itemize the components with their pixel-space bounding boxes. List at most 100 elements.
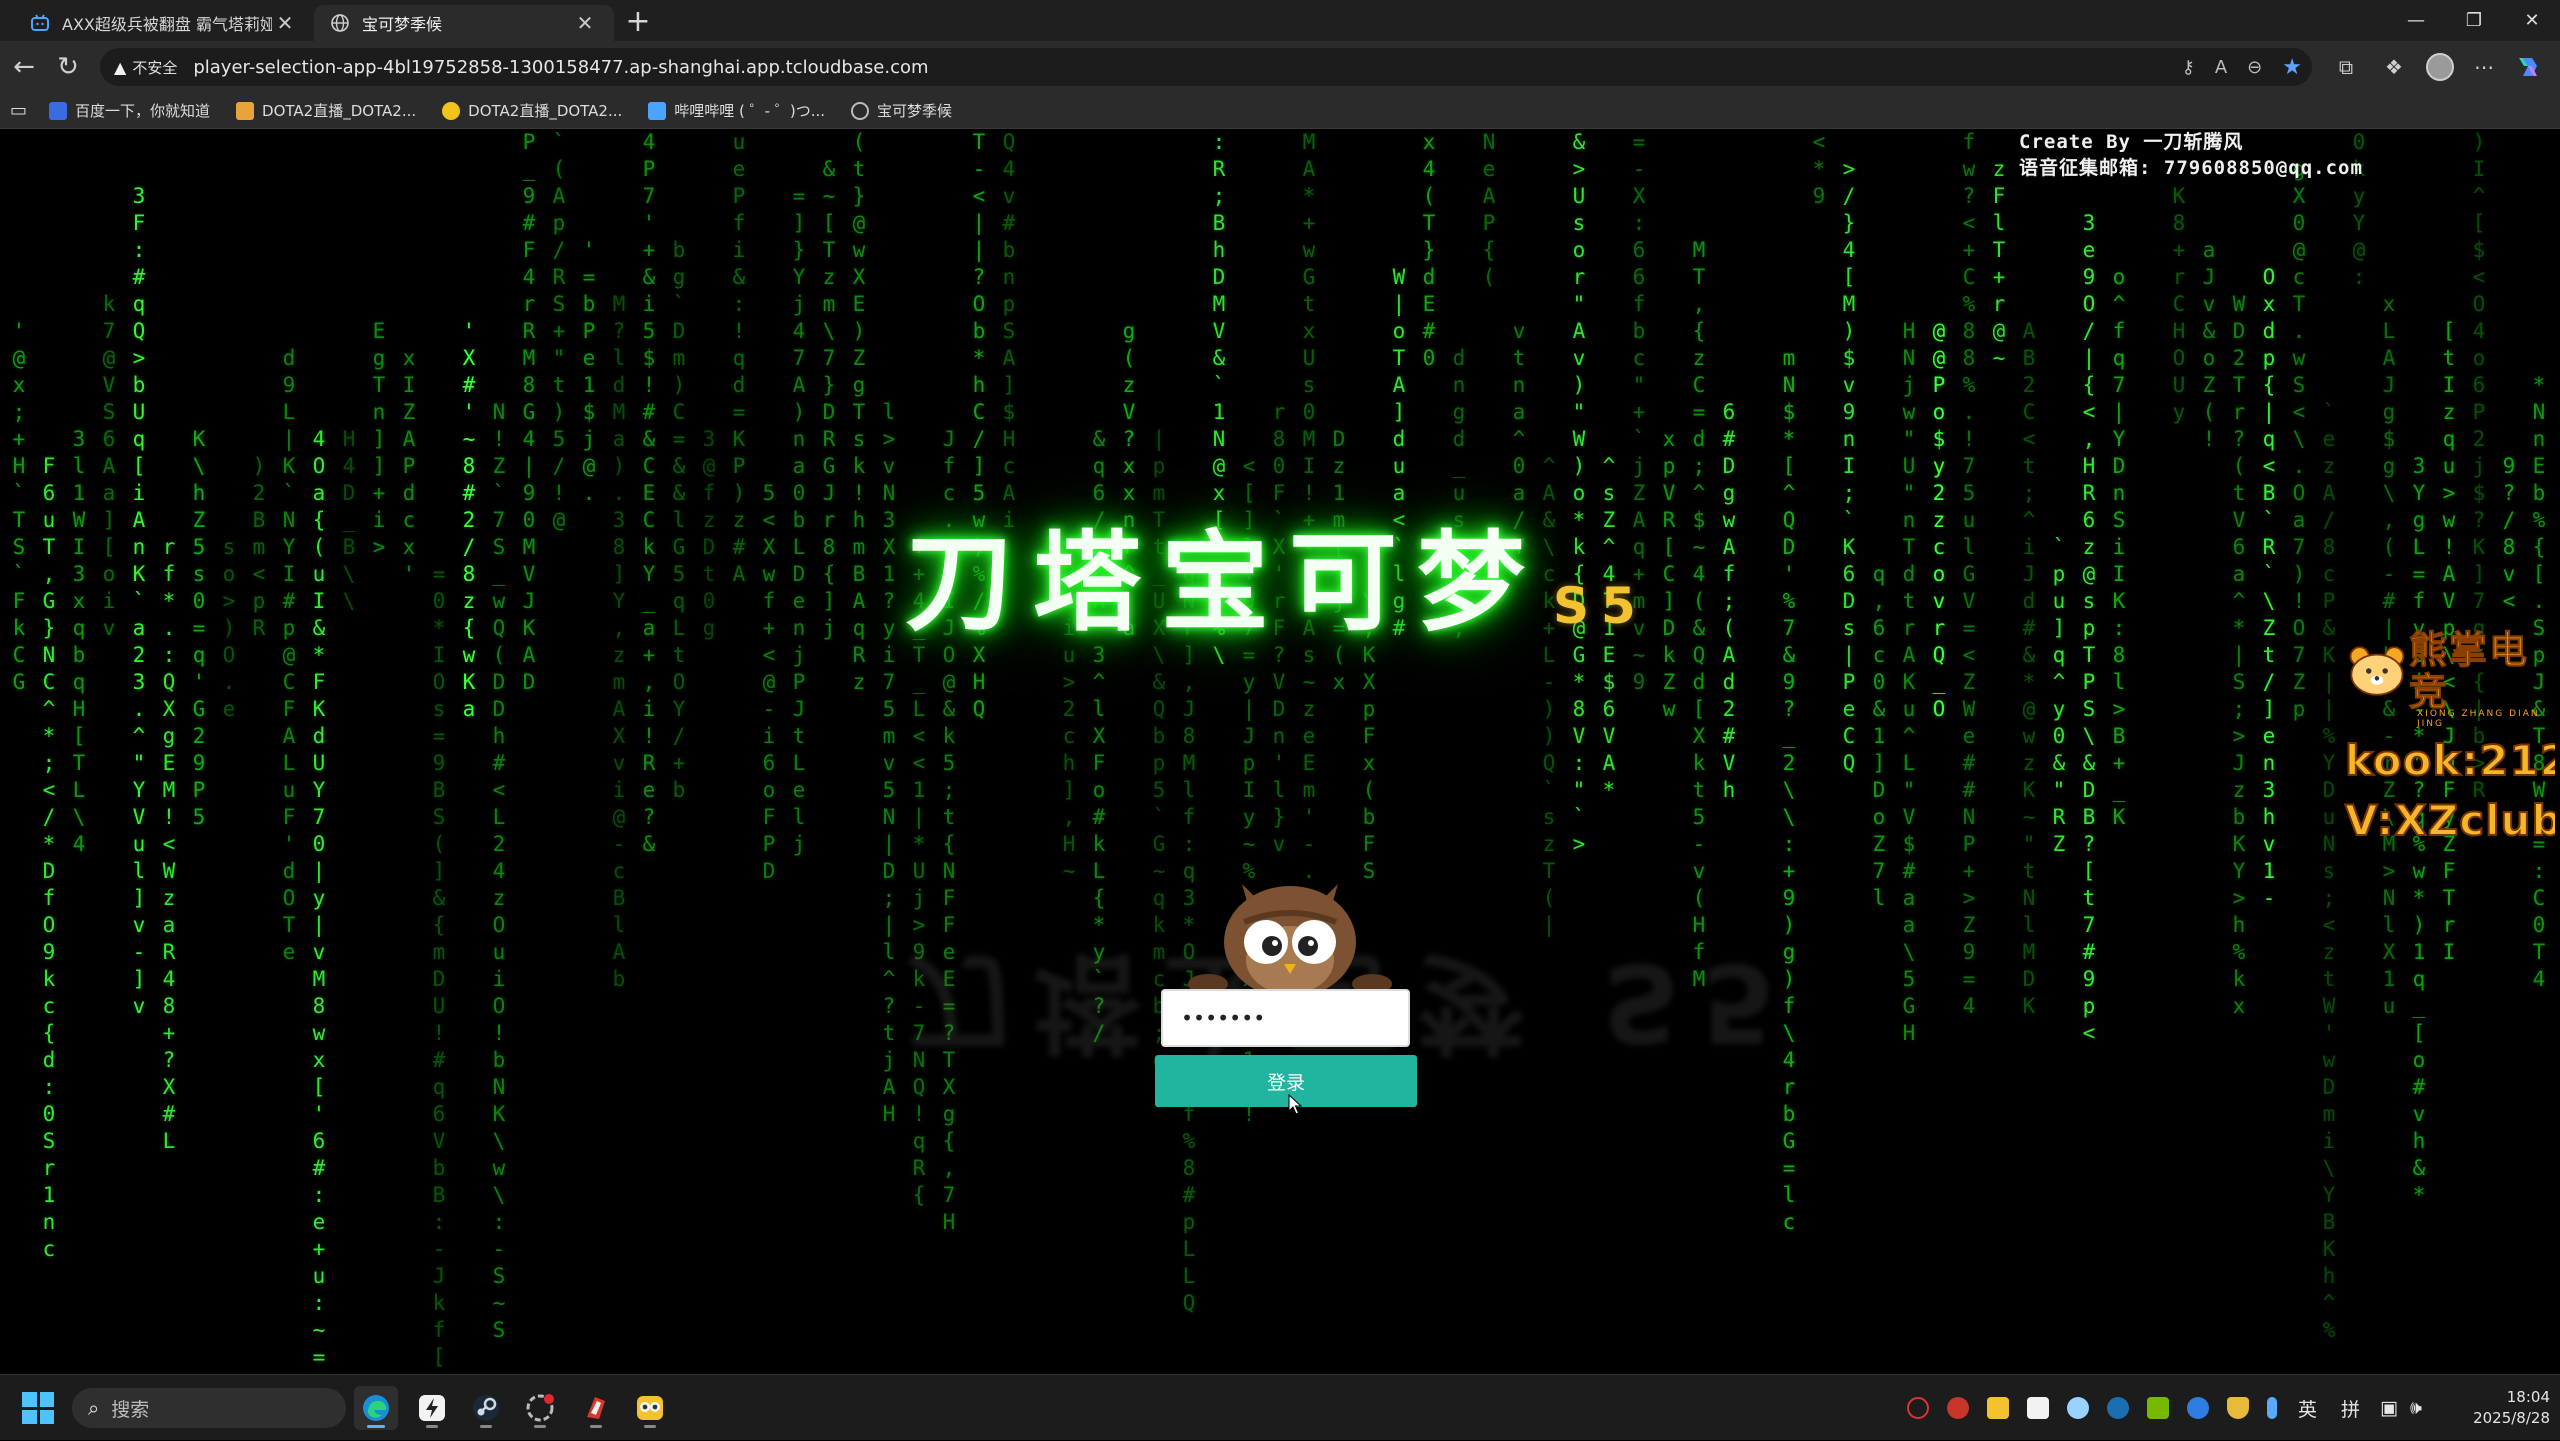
- credit-author: Create By 一刀斩腾风: [2019, 131, 2244, 153]
- matrix-rain-column: ' = b P e 1 $ j @ .: [582, 238, 596, 505]
- game-launcher-icon[interactable]: [1947, 1397, 1969, 1419]
- page-viewport: ' @ x ; + H ` T S ` F k C G F 6 u T , G …: [5, 129, 2555, 1374]
- matrix-rain-column: I p P _ 9 # F 4 r R M 8 G 4 | 9 0 M V J …: [522, 130, 536, 694]
- tab-bilibili-video[interactable]: AXX超级兵被翻盘 霸气塔莉娅一刀 ✕: [14, 5, 314, 41]
- steam-tray-icon[interactable]: [1907, 1397, 1929, 1419]
- tab-title: 宝可梦季候: [362, 15, 443, 34]
- bookmark-label: DOTA2直播_DOTA2...: [262, 102, 417, 120]
- matrix-rain-column: H 4 D _ B \ \: [342, 427, 356, 613]
- game-launcher-icon[interactable]: [574, 1386, 618, 1430]
- reading-list-icon[interactable]: ▭: [10, 100, 27, 121]
- ime-language[interactable]: 英: [2298, 1395, 2317, 1422]
- bookmark-label: 宝可梦季候: [877, 102, 953, 120]
- clock-date: 2025/8/28: [2473, 1409, 2550, 1427]
- collections-icon[interactable]: ❖: [2376, 49, 2412, 85]
- sponsor-kook: kook:212: [2344, 735, 2555, 786]
- matrix-rain-column: d 9 L | K ` N Y I # p @ C F A L u F ' d …: [282, 346, 296, 964]
- close-tab-icon[interactable]: ✕: [272, 10, 298, 36]
- matrix-rain-background: ' @ x ; + H ` T S ` F k C G F 6 u T , G …: [5, 129, 2555, 1374]
- matrix-rain-column: j u e P f i & : ! q d = K P ) z # A: [732, 130, 746, 586]
- page-title: 刀塔宝可梦: [905, 521, 1546, 646]
- extensions-icon[interactable]: ⧉: [2328, 49, 2364, 85]
- bookmark-label: 哔哩哔哩 ( ゜- ゜)つ...: [674, 102, 826, 120]
- profile-avatar[interactable]: [2422, 49, 2458, 85]
- bookmark-dota2-live-1[interactable]: DOTA2直播_DOTA2...: [236, 100, 416, 121]
- start-button[interactable]: [22, 1392, 54, 1424]
- cloud-sync-icon[interactable]: [2067, 1397, 2089, 1419]
- warning-icon: ▲: [114, 57, 127, 77]
- matrix-rain-column: z F l T + r @ ~: [1992, 157, 2006, 370]
- matrix-rain-column: 4 O a { ( u I & * F K d U Y 7 0 | y | v …: [312, 427, 326, 1369]
- bookmark-label: DOTA2直播_DOTA2...: [468, 102, 623, 120]
- bilibili-icon: [31, 14, 49, 31]
- mouse-cursor-icon: [1288, 1094, 1302, 1115]
- matrix-rain-column: 3 F : # q Q > b U q [ i A n K ` a 2 3 . …: [132, 184, 146, 1018]
- new-tab-button[interactable]: +: [620, 4, 656, 39]
- security-shield-icon[interactable]: [2227, 1397, 2249, 1419]
- search-placeholder: 搜索: [111, 1398, 150, 1421]
- clock[interactable]: 18:04 2025/8/28: [2440, 1387, 2550, 1429]
- matrix-rain-column: H N j w " U " n T d t r A K u ^ L " V $ …: [1902, 319, 1916, 1045]
- more-menu-icon[interactable]: ⋯: [2466, 49, 2502, 85]
- copilot-icon[interactable]: [2512, 49, 2548, 85]
- matrix-rain-column: w a N e A P { (: [1482, 130, 1496, 289]
- favorite-star-icon[interactable]: ★: [2282, 55, 2302, 80]
- close-window-button[interactable]: ✕: [2496, 0, 2560, 41]
- password-key-icon[interactable]: ⚷: [2182, 57, 2195, 78]
- password-field[interactable]: [1161, 989, 1410, 1047]
- bookmark-pokemon-season[interactable]: 宝可梦季候: [851, 100, 952, 121]
- vpn-app-icon[interactable]: [2027, 1397, 2049, 1419]
- close-tab-icon[interactable]: ✕: [572, 10, 598, 36]
- taskbar-search[interactable]: ⌕ 搜索: [72, 1388, 346, 1428]
- matrix-rain-column: ' X # ' ~ 8 # 2 / 8 z { w K a: [462, 319, 476, 721]
- bear-mascot-icon: [2349, 646, 2405, 696]
- url-text[interactable]: player-selection-app-4bl19752858-1300158…: [193, 57, 928, 78]
- bookmark-dota2-live-2[interactable]: DOTA2直播_DOTA2...: [442, 100, 622, 121]
- bookmark-label: 百度一下，你就知道: [75, 102, 211, 120]
- volume-icon[interactable]: 🕪: [2410, 1397, 2422, 1419]
- reload-button[interactable]: ↻: [50, 49, 86, 85]
- steam-icon[interactable]: [2107, 1397, 2129, 1419]
- owl-app-icon[interactable]: [628, 1386, 672, 1430]
- matrix-rain-column: q , 6 c 0 & 1 ] D o Z 7 l: [1872, 562, 1886, 910]
- steam-tray-icon[interactable]: [518, 1386, 562, 1430]
- matrix-rain-column: ` p u ] q ^ y 0 & " R Z: [2052, 535, 2066, 856]
- bluetooth-icon[interactable]: [2187, 1397, 2209, 1419]
- owl-mascot: [1188, 884, 1392, 994]
- read-aloud-icon[interactable]: A: [2215, 57, 2227, 78]
- owl-app-icon[interactable]: [1987, 1397, 2009, 1419]
- matrix-rain-column: A B 2 C < t ; ^ i J d # & * @ w z K ~ " …: [2022, 319, 2036, 1018]
- tab-pokemon-season[interactable]: 宝可梦季候 ✕: [314, 5, 614, 41]
- matrix-rain-column: M ? l d M a ) . 3 8 ] Y , z m A X v i @ …: [612, 292, 626, 991]
- bookmark-bilibili[interactable]: 哔哩哔哩 ( ゜- ゜)つ...: [648, 100, 825, 121]
- matrix-rain-column: W D 2 T r ? ( t V 6 a ^ * | S ; > J z b …: [2232, 292, 2246, 1018]
- clock-time: 18:04: [2506, 1388, 2550, 1406]
- huya-icon: [442, 101, 461, 120]
- address-bar[interactable]: ▲ 不安全 player-selection-app-4bl19752858-1…: [100, 48, 2312, 86]
- browser-toolbar: ← ↻ ▲ 不安全 player-selection-app-4bl197528…: [0, 41, 2560, 93]
- network-icon[interactable]: ▣: [2380, 1397, 2398, 1419]
- credits: Create By 一刀斩腾风 语音征集邮箱: 779608850@qq.com: [2019, 129, 2363, 181]
- matrix-rain-column: = ] } Y j 4 7 A ) n a 0 b L D e n j P J …: [792, 184, 806, 856]
- zoom-icon[interactable]: ⊖: [2247, 57, 2262, 78]
- security-label: 不安全: [132, 58, 178, 77]
- matrix-rain-column: k 7 @ V S 6 A a ] [ o i v: [102, 292, 116, 640]
- season-label: S5: [1553, 577, 1648, 635]
- security-indicator[interactable]: ▲ 不安全: [114, 57, 177, 78]
- steam-icon[interactable]: [464, 1386, 508, 1430]
- matrix-rain-column: m N $ * [ ^ Q D ' % 7 & 9 ? _ 2 \ \ : + …: [1782, 346, 1796, 1234]
- matrix-rain-column: 5 < X w f + < @ - i 6 o F P D: [762, 481, 776, 883]
- credit-email: 语音征集邮箱: 779608850@qq.com: [2019, 157, 2363, 179]
- nvidia-icon[interactable]: [2147, 1397, 2169, 1419]
- back-button[interactable]: ←: [6, 49, 42, 85]
- matrix-rain-column: S F O ( t } @ w X E ) Z g T s k ! h m B …: [852, 130, 866, 694]
- login-button[interactable]: 登录: [1155, 1055, 1417, 1107]
- matrix-rain-column: 3 e 9 O / | { < , H R 6 z @ s p T P S \ …: [2082, 211, 2096, 1045]
- bookmark-baidu[interactable]: 百度一下，你就知道: [49, 100, 210, 121]
- ime-mode[interactable]: 拼: [2341, 1395, 2360, 1422]
- microphone-icon[interactable]: [2267, 1397, 2277, 1419]
- matrix-rain-column: e D z & > U s o r " A v ) " W ) o * k { …: [1572, 130, 1586, 856]
- matrix-rain-column: x I Z A P d c x ': [402, 346, 416, 586]
- edge-icon[interactable]: [354, 1386, 398, 1430]
- vpn-app-icon[interactable]: [410, 1386, 454, 1430]
